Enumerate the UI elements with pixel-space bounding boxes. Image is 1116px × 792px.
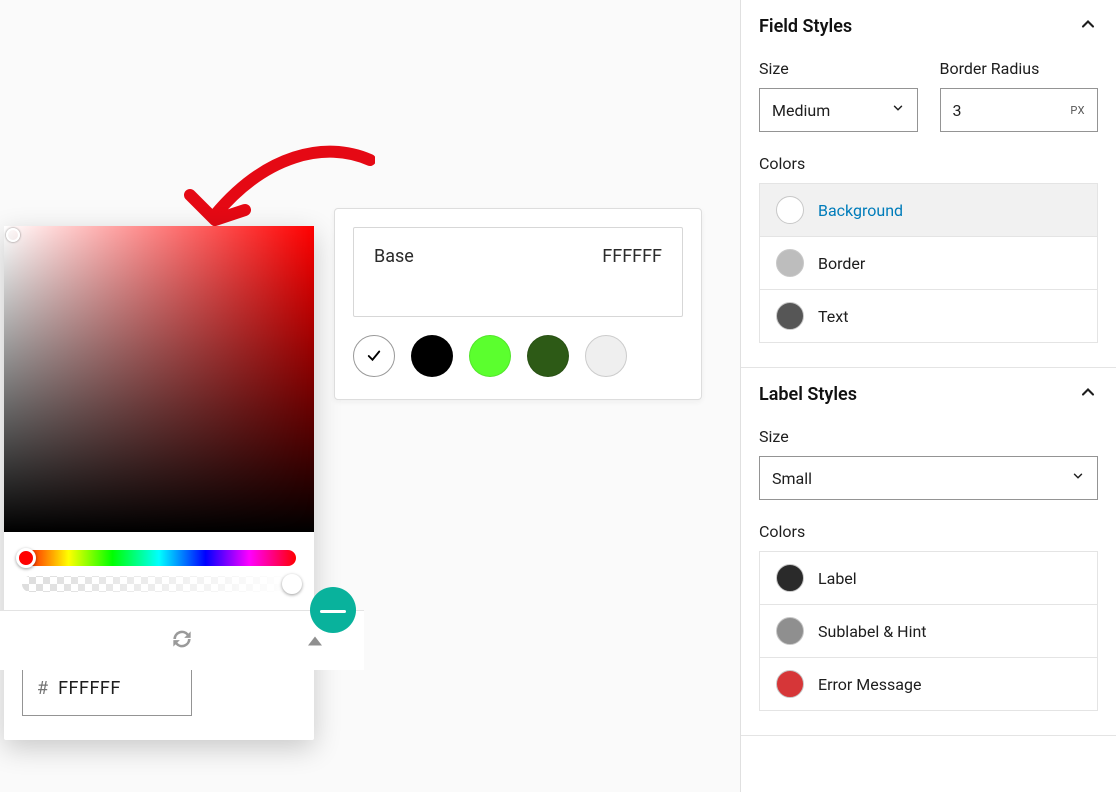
- color-row-error[interactable]: Error Message: [760, 658, 1097, 710]
- palette-card: Base FFFFFF: [334, 208, 702, 400]
- label-size-select[interactable]: Small: [759, 456, 1098, 500]
- base-value: FFFFFF: [602, 246, 662, 298]
- panel-title: Field Styles: [759, 16, 852, 37]
- alpha-slider[interactable]: [22, 576, 296, 592]
- colors-heading: Colors: [759, 522, 1098, 541]
- sync-icon: [169, 626, 195, 652]
- field-size-value: Medium: [772, 101, 830, 120]
- label-styles-panel: Label Styles Size Small Colors Label: [741, 368, 1116, 736]
- chevron-down-icon: [891, 101, 905, 119]
- preset-swatch[interactable]: [585, 335, 627, 377]
- field-colors-list: Background Border Text: [759, 183, 1098, 343]
- hex-value: FFFFFF: [58, 678, 121, 699]
- color-row-label: Label: [818, 569, 857, 588]
- label-colors-list: Label Sublabel & Hint Error Message: [759, 551, 1098, 711]
- size-label: Size: [759, 59, 918, 78]
- color-swatch: [776, 196, 804, 224]
- label-styles-header[interactable]: Label Styles: [741, 368, 1116, 421]
- color-row-label: Border: [818, 254, 865, 273]
- sync-button[interactable]: [169, 626, 195, 656]
- canvas-footer: [0, 610, 364, 670]
- color-row-label: Text: [818, 307, 848, 326]
- color-swatch: [776, 670, 804, 698]
- color-row-label: Background: [818, 201, 903, 220]
- check-icon: [365, 347, 383, 365]
- refresh-bubble[interactable]: [310, 587, 356, 633]
- border-radius-unit: PX: [1070, 104, 1085, 117]
- field-styles-panel: Field Styles Size Medium Border Radius: [741, 0, 1116, 368]
- color-row-border[interactable]: Border: [760, 237, 1097, 290]
- hue-handle[interactable]: [16, 548, 36, 568]
- preset-swatch-row: [335, 335, 701, 399]
- hue-slider[interactable]: [22, 550, 296, 566]
- canvas-area: Hex # FFFFFF Base FFFFFF: [0, 0, 740, 792]
- base-color-box[interactable]: Base FFFFFF: [353, 227, 683, 317]
- sidebar-scrollbar[interactable]: [740, 0, 741, 205]
- chevron-down-icon: [1071, 469, 1085, 487]
- field-styles-header[interactable]: Field Styles: [741, 0, 1116, 53]
- saturation-cursor[interactable]: [6, 228, 20, 242]
- field-size-select[interactable]: Medium: [759, 88, 918, 132]
- color-row-label: Sublabel & Hint: [818, 622, 927, 641]
- chevron-up-icon: [1078, 14, 1098, 39]
- color-row-text[interactable]: Text: [760, 290, 1097, 342]
- color-swatch: [776, 617, 804, 645]
- chevron-up-icon: [1078, 382, 1098, 407]
- collapse-toggle[interactable]: [308, 636, 322, 645]
- settings-sidebar: Field Styles Size Medium Border Radius: [740, 0, 1116, 792]
- color-row-label-color[interactable]: Label: [760, 552, 1097, 605]
- border-radius-value: 3: [953, 101, 962, 120]
- alpha-handle[interactable]: [282, 574, 302, 594]
- color-row-background[interactable]: Background: [760, 184, 1097, 237]
- color-swatch: [776, 302, 804, 330]
- base-label: Base: [374, 246, 414, 298]
- label-size-value: Small: [772, 469, 812, 488]
- border-radius-label: Border Radius: [940, 59, 1099, 78]
- hash-prefix: #: [37, 678, 48, 699]
- color-swatch: [776, 249, 804, 277]
- color-swatch: [776, 564, 804, 592]
- preset-swatch[interactable]: [353, 335, 395, 377]
- border-radius-input[interactable]: 3 PX: [940, 88, 1099, 132]
- color-row-label: Error Message: [818, 675, 921, 694]
- panel-title: Label Styles: [759, 384, 857, 405]
- label-size-label: Size: [759, 427, 1098, 446]
- preset-swatch[interactable]: [411, 335, 453, 377]
- preset-swatch[interactable]: [469, 335, 511, 377]
- colors-heading: Colors: [759, 154, 1098, 173]
- preset-swatch[interactable]: [527, 335, 569, 377]
- color-row-sublabel[interactable]: Sublabel & Hint: [760, 605, 1097, 658]
- saturation-brightness-area[interactable]: [4, 226, 314, 532]
